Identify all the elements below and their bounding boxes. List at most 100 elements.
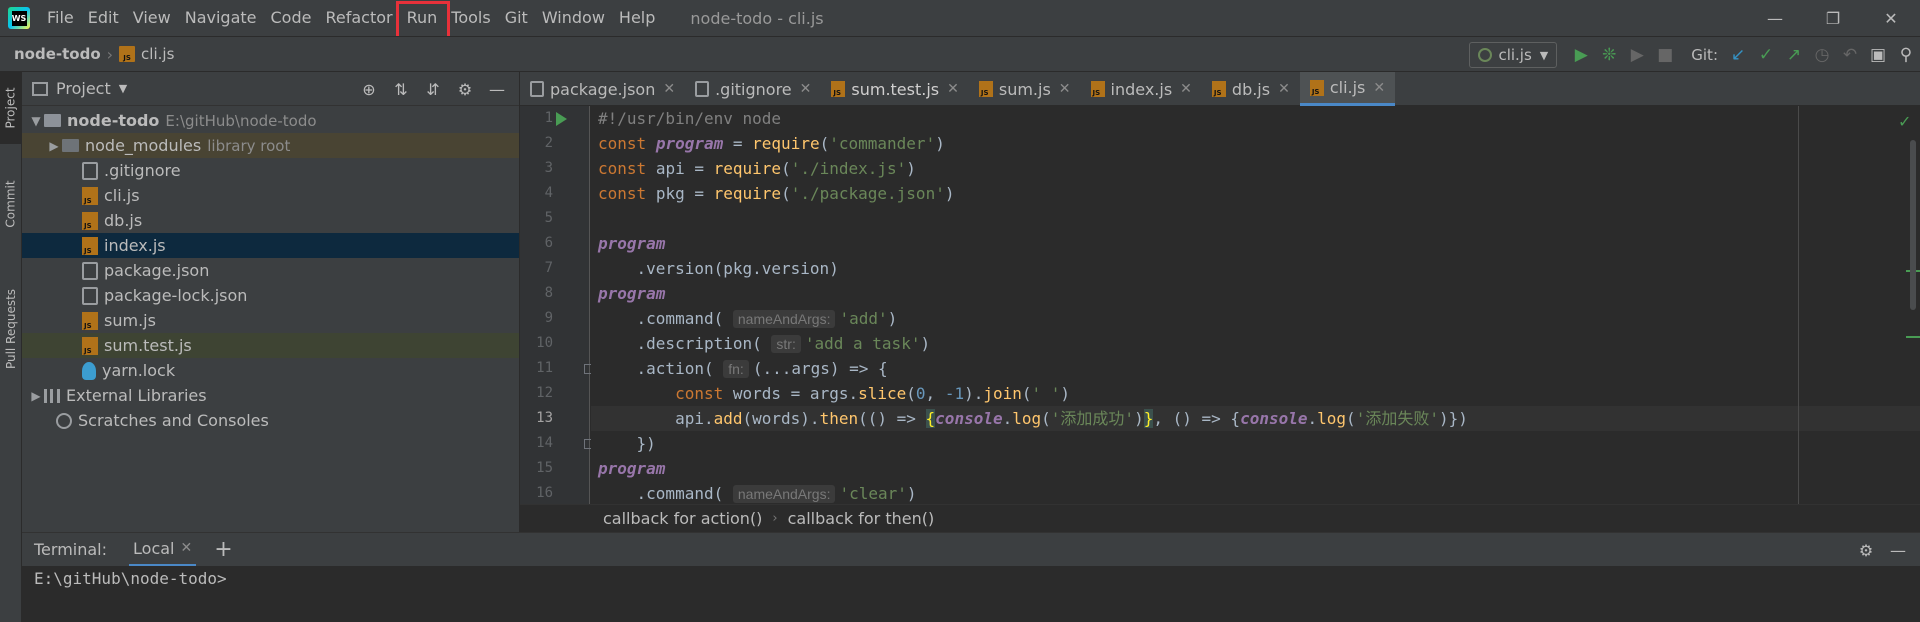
- history-icon[interactable]: ◷: [1808, 41, 1836, 69]
- menu-run[interactable]: Run: [395, 0, 450, 41]
- code-line-3: const api = require('./index.js'): [598, 159, 916, 178]
- menu-window[interactable]: Window: [535, 0, 612, 36]
- gear-icon[interactable]: ⚙: [1850, 541, 1882, 560]
- tab-sum-js[interactable]: sum.js✕: [969, 72, 1081, 106]
- collapse-all-icon[interactable]: ⇵: [417, 80, 449, 99]
- hide-icon[interactable]: —: [481, 80, 513, 99]
- chevron-right-icon[interactable]: ▶: [28, 389, 44, 403]
- nodejs-icon: [1478, 48, 1493, 62]
- git-push-icon[interactable]: ↗: [1780, 41, 1808, 69]
- add-terminal-icon[interactable]: +: [214, 537, 232, 562]
- editor-scrollbar[interactable]: [1910, 140, 1916, 310]
- close-icon[interactable]: ✕: [180, 540, 192, 556]
- close-icon[interactable]: ✕: [1862, 0, 1920, 36]
- tree-item-sum-test-js[interactable]: sum.test.js: [22, 333, 519, 358]
- terminal-tab-local[interactable]: Local ✕: [129, 533, 197, 567]
- git-update-icon[interactable]: ↙: [1724, 41, 1752, 69]
- breadcrumb-then-callback[interactable]: callback for then(): [788, 509, 935, 528]
- breadcrumb-project[interactable]: node-todo: [14, 45, 101, 63]
- tab-package-json[interactable]: package.json ✕: [520, 72, 685, 106]
- code-line-4: const pkg = require('./package.json'): [598, 184, 955, 203]
- tab-cli-js[interactable]: cli.js✕: [1299, 72, 1396, 106]
- expand-all-icon[interactable]: ⇅: [385, 80, 417, 99]
- line-number: 4: [544, 185, 553, 201]
- menu-refactor[interactable]: Refactor: [318, 0, 399, 36]
- stripe-tab-project[interactable]: Project: [0, 72, 22, 144]
- code-line-13: api.add(words).then(() => {console.log('…: [591, 406, 1920, 431]
- code-editor[interactable]: #!/usr/bin/env node const program = requ…: [591, 106, 1920, 504]
- close-icon[interactable]: ✕: [1180, 81, 1192, 97]
- locate-icon[interactable]: ⊕: [353, 80, 385, 99]
- project-structure-icon[interactable]: ▣: [1864, 41, 1892, 69]
- tree-item-node-todo[interactable]: ▼ node-todo E:\gitHub\node-todo: [22, 108, 519, 133]
- gear-icon[interactable]: ⚙: [449, 80, 481, 99]
- tab-sum-test-js[interactable]: sum.test.js✕: [821, 72, 968, 106]
- tree-item-yarn-lock[interactable]: yarn.lock: [22, 358, 519, 383]
- close-icon[interactable]: ✕: [1373, 80, 1385, 96]
- menu-code[interactable]: Code: [264, 0, 319, 36]
- close-icon[interactable]: ✕: [800, 81, 812, 97]
- tree-item-index-js[interactable]: index.js: [22, 233, 519, 258]
- close-icon[interactable]: ✕: [947, 81, 959, 97]
- tree-item-cli-js[interactable]: cli.js: [22, 183, 519, 208]
- code-line-11: .action( fn: (...args) => {: [598, 359, 888, 378]
- run-configuration-select[interactable]: cli.js ▼: [1469, 42, 1558, 68]
- tree-item-gitignore[interactable]: .gitignore: [22, 158, 519, 183]
- menu-view[interactable]: View: [126, 0, 178, 36]
- code-line-2: const program = require('commander'): [598, 134, 945, 153]
- project-panel-tools: ⊕ ⇅ ⇵ ⚙ —: [353, 72, 513, 106]
- scratches-icon: [56, 412, 72, 429]
- tab-db-js[interactable]: db.js✕: [1202, 72, 1300, 106]
- line-number: 6: [544, 235, 553, 251]
- menu-file[interactable]: File: [40, 0, 81, 36]
- line-number: 11: [536, 360, 553, 376]
- project-view-dropdown[interactable]: Project ▼: [32, 79, 127, 98]
- terminal-body[interactable]: E:\gitHub\node-todo>: [22, 566, 1920, 622]
- code-line-12: const words = args.slice(0, -1).join(' '…: [675, 384, 1071, 403]
- run-icon[interactable]: ▶: [1567, 41, 1595, 69]
- stop-icon[interactable]: ■: [1651, 41, 1679, 69]
- js-file-icon: [82, 336, 98, 355]
- menu-navigate[interactable]: Navigate: [178, 0, 264, 36]
- menu-edit[interactable]: Edit: [81, 0, 126, 36]
- tree-item-package-lock-json[interactable]: package-lock.json: [22, 283, 519, 308]
- close-icon[interactable]: ✕: [1278, 81, 1290, 97]
- close-icon[interactable]: ✕: [663, 81, 675, 97]
- close-icon[interactable]: ✕: [1059, 81, 1071, 97]
- line-number: 14: [536, 435, 553, 451]
- tree-item-node-modules[interactable]: ▶ node_modules library root: [22, 133, 519, 158]
- debug-icon[interactable]: ❊: [1595, 41, 1623, 69]
- chevron-right-icon[interactable]: ▶: [46, 139, 62, 153]
- tree-item-scratches[interactable]: Scratches and Consoles: [22, 408, 519, 433]
- code-line-1: #!/usr/bin/env node: [598, 109, 782, 128]
- line-number: 10: [536, 335, 553, 351]
- menu-tools[interactable]: Tools: [444, 0, 497, 36]
- tree-item-db-js[interactable]: db.js: [22, 208, 519, 233]
- hide-icon[interactable]: —: [1882, 541, 1914, 560]
- tab-index-js[interactable]: index.js✕: [1081, 72, 1202, 106]
- search-icon[interactable]: ⚲: [1892, 41, 1920, 69]
- tree-item-external-libraries[interactable]: ▶ External Libraries: [22, 383, 519, 408]
- parameter-hint: nameAndArgs:: [732, 310, 836, 328]
- menu-git[interactable]: Git: [498, 0, 535, 36]
- inspection-ok-icon[interactable]: ✓: [1898, 112, 1911, 131]
- coverage-icon[interactable]: ▶: [1623, 41, 1651, 69]
- code-line-8: program: [598, 284, 666, 303]
- window-title: node-todo - cli.js: [690, 8, 824, 28]
- stripe-tab-commit[interactable]: Commit: [0, 164, 22, 244]
- minimize-icon[interactable]: —: [1746, 0, 1804, 36]
- webstorm-logo-icon[interactable]: WS: [8, 7, 30, 29]
- tree-item-package-json[interactable]: package.json: [22, 258, 519, 283]
- chevron-down-icon[interactable]: ▼: [28, 114, 44, 128]
- git-commit-icon[interactable]: ✓: [1752, 41, 1780, 69]
- run-gutter-icon[interactable]: [556, 112, 567, 126]
- tab-gitignore[interactable]: .gitignore ✕: [685, 72, 821, 106]
- breadcrumb-action-callback[interactable]: callback for action(): [603, 509, 762, 528]
- rollback-icon[interactable]: ↶: [1836, 41, 1864, 69]
- breadcrumb-file[interactable]: JS cli.js: [119, 45, 174, 63]
- tree-item-sum-js[interactable]: sum.js: [22, 308, 519, 333]
- editor-breadcrumbs: callback for action() › callback for the…: [520, 504, 1920, 532]
- restore-icon[interactable]: ❐: [1804, 0, 1862, 36]
- stripe-tab-pull-requests[interactable]: Pull Requests: [0, 264, 22, 394]
- menu-help[interactable]: Help: [612, 0, 662, 36]
